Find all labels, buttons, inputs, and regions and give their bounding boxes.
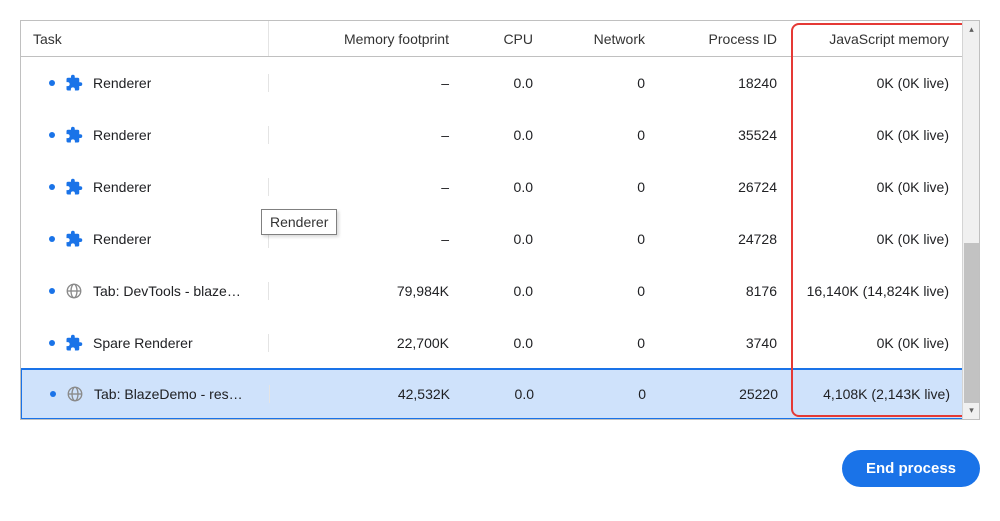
- js-memory-cell: 0K (0K live): [789, 335, 961, 351]
- bullet-icon: [49, 340, 55, 346]
- js-memory-cell: 0K (0K live): [789, 127, 961, 143]
- task-cell: Tab: DevTools - blaze…: [21, 282, 269, 300]
- memory-cell: –: [269, 127, 461, 143]
- memory-cell: –: [269, 179, 461, 195]
- cpu-cell: 0.0: [461, 127, 545, 143]
- pid-cell: 18240: [657, 75, 789, 91]
- pid-cell: 35524: [657, 127, 789, 143]
- network-cell: 0: [545, 179, 657, 195]
- network-cell: 0: [545, 335, 657, 351]
- cpu-cell: 0.0: [461, 231, 545, 247]
- task-cell: Spare Renderer: [21, 334, 269, 352]
- task-cell: Tab: BlazeDemo - res…: [22, 385, 270, 403]
- tooltip: Renderer: [261, 209, 337, 235]
- scroll-thumb[interactable]: [964, 243, 979, 403]
- cpu-cell: 0.0: [461, 335, 545, 351]
- cpu-cell: 0.0: [461, 283, 545, 299]
- table-row[interactable]: Spare Renderer 22,700K0.0037400K (0K live…: [21, 317, 979, 369]
- table-header: Task Memory footprint CPU Network Proces…: [21, 21, 979, 57]
- bullet-icon: [49, 132, 55, 138]
- bullet-icon: [49, 184, 55, 190]
- bullet-icon: [49, 236, 55, 242]
- js-memory-cell: 16,140K (14,824K live): [789, 283, 961, 299]
- network-cell: 0: [546, 386, 658, 402]
- table-row[interactable]: Renderer–0.00247280K (0K live): [21, 213, 979, 265]
- col-header-pid[interactable]: Process ID: [657, 21, 789, 56]
- col-header-cpu[interactable]: CPU: [461, 21, 545, 56]
- network-cell: 0: [545, 127, 657, 143]
- js-memory-cell: 0K (0K live): [789, 75, 961, 91]
- table-row[interactable]: Renderer –0.00355240K (0K live): [21, 109, 979, 161]
- cpu-cell: 0.0: [461, 75, 545, 91]
- pid-cell: 24728: [657, 231, 789, 247]
- cpu-cell: 0.0: [462, 386, 546, 402]
- table-body: Renderer–0.00182400K (0K live)Renderer–0…: [21, 57, 979, 420]
- table-row[interactable]: Renderer –0.00267240K (0K live): [21, 161, 979, 213]
- js-memory-cell: 4,108K (2,143K live): [790, 386, 962, 402]
- memory-cell: 79,984K: [269, 283, 461, 299]
- network-cell: 0: [545, 231, 657, 247]
- scrollbar[interactable]: ▴ ▾: [962, 21, 979, 419]
- col-header-network[interactable]: Network: [545, 21, 657, 56]
- col-header-js-memory[interactable]: JavaScript memory: [789, 21, 961, 56]
- network-cell: 0: [545, 283, 657, 299]
- task-name: Spare Renderer: [93, 335, 193, 351]
- bullet-icon: [49, 288, 55, 294]
- extension-icon: [65, 230, 83, 248]
- memory-cell: 42,532K: [270, 386, 462, 402]
- task-cell: Renderer: [21, 126, 269, 144]
- task-cell: Renderer: [21, 74, 269, 92]
- extension-icon: [65, 126, 83, 144]
- scroll-up-icon[interactable]: ▴: [963, 21, 980, 38]
- task-manager-table: Task Memory footprint CPU Network Proces…: [20, 20, 980, 420]
- pid-cell: 8176: [657, 283, 789, 299]
- table-row[interactable]: Renderer –0.00182400K (0K live): [21, 57, 979, 109]
- task-name: Tab: BlazeDemo - res…: [94, 386, 243, 402]
- scroll-down-icon[interactable]: ▾: [963, 402, 980, 419]
- js-memory-cell: 0K (0K live): [789, 231, 961, 247]
- task-name: Renderer: [93, 179, 151, 195]
- task-name: Renderer: [93, 75, 151, 91]
- col-header-memory[interactable]: Memory footprint: [269, 21, 461, 56]
- col-header-task[interactable]: Task: [21, 21, 269, 56]
- globe-icon: [65, 282, 83, 300]
- task-name: Renderer: [93, 231, 151, 247]
- end-process-button[interactable]: End process: [842, 450, 980, 487]
- network-cell: 0: [545, 75, 657, 91]
- globe-icon: [66, 385, 84, 403]
- bullet-icon: [49, 80, 55, 86]
- js-memory-cell: 0K (0K live): [789, 179, 961, 195]
- bullet-icon: [50, 391, 56, 397]
- pid-cell: 25220: [658, 386, 790, 402]
- extension-icon: [65, 334, 83, 352]
- memory-cell: –: [269, 75, 461, 91]
- pid-cell: 26724: [657, 179, 789, 195]
- extension-icon: [65, 74, 83, 92]
- table-row[interactable]: Tab: DevTools - blaze… 79,984K0.00817616,…: [21, 265, 979, 317]
- task-name: Renderer: [93, 127, 151, 143]
- task-cell: Renderer: [21, 178, 269, 196]
- extension-icon: [65, 178, 83, 196]
- cpu-cell: 0.0: [461, 179, 545, 195]
- pid-cell: 3740: [657, 335, 789, 351]
- task-cell: Renderer: [21, 230, 269, 248]
- table-row[interactable]: Tab: BlazeDemo - res… 42,532K0.00252204,1…: [20, 368, 980, 420]
- task-name: Tab: DevTools - blaze…: [93, 283, 241, 299]
- memory-cell: 22,700K: [269, 335, 461, 351]
